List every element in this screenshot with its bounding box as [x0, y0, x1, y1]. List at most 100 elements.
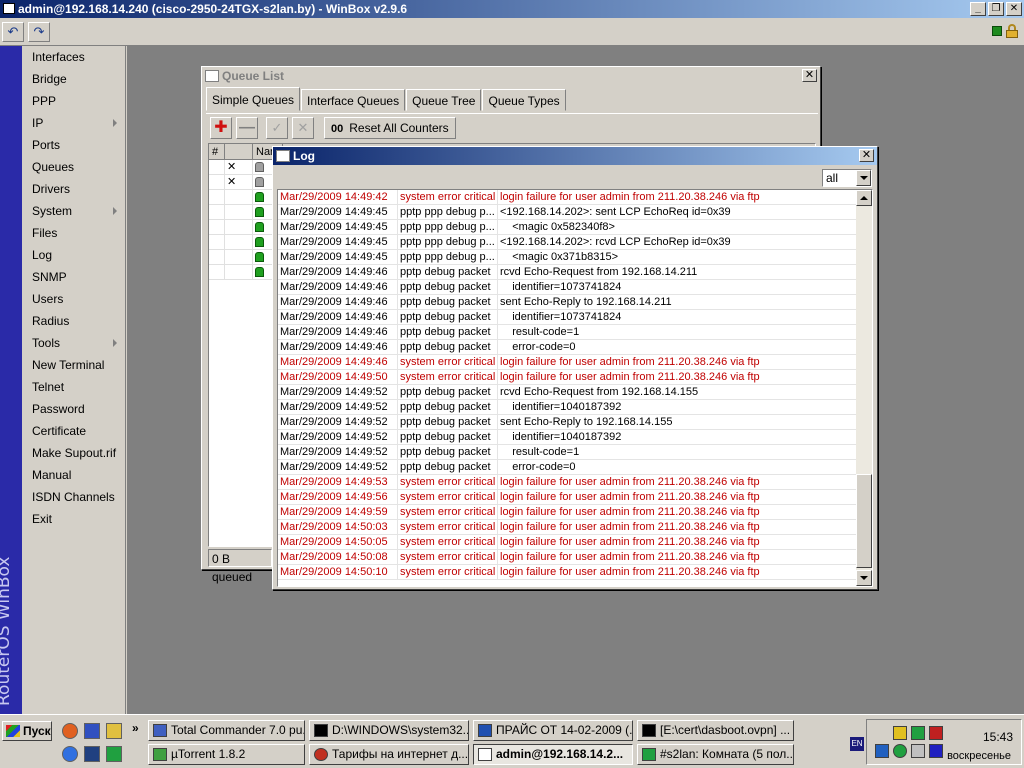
tab-queue-tree[interactable]: Queue Tree: [406, 89, 482, 111]
maximize-button[interactable]: ❐: [988, 2, 1004, 16]
menu-item-isdn-channels[interactable]: ISDN Channels: [22, 486, 125, 508]
table-row[interactable]: Mar/29/2009 14:49:52 pptp debug packet sen…: [278, 415, 858, 430]
table-row[interactable]: Mar/29/2009 14:49:52 pptp debug packet er…: [278, 460, 858, 475]
column-header-number[interactable]: #: [209, 144, 225, 159]
table-row[interactable]: Mar/29/2009 14:50:08 system error critica…: [278, 550, 858, 565]
log-scrollbar[interactable]: [856, 190, 872, 586]
opera-icon[interactable]: [62, 723, 78, 739]
quicklaunch-chevron-icon[interactable]: »: [132, 721, 139, 735]
disable-icon[interactable]: ✕: [292, 117, 314, 139]
table-row[interactable]: Mar/29/2009 14:49:52 pptp debug packet re…: [278, 445, 858, 460]
scroll-thumb[interactable]: [856, 474, 872, 568]
start-button[interactable]: Пуск: [2, 721, 52, 741]
table-row[interactable]: Mar/29/2009 14:49:59 system error critica…: [278, 505, 858, 520]
menu-item-new-terminal[interactable]: New Terminal: [22, 354, 125, 376]
scroll-down-icon[interactable]: [856, 570, 872, 586]
menu-item-system[interactable]: System: [22, 200, 125, 222]
menu-item-interfaces[interactable]: Interfaces: [22, 46, 125, 68]
menu-item-ip[interactable]: IP: [22, 112, 125, 134]
tab-queue-types[interactable]: Queue Types: [482, 89, 566, 111]
tray-network-icon[interactable]: [875, 744, 889, 758]
table-row[interactable]: Mar/29/2009 14:50:10 system error critica…: [278, 565, 858, 580]
table-row[interactable]: Mar/29/2009 14:50:05 system error critica…: [278, 535, 858, 550]
minimize-button[interactable]: _: [970, 2, 986, 16]
messenger-icon[interactable]: [106, 746, 122, 762]
menu-item-radius[interactable]: Radius: [22, 310, 125, 332]
add-icon[interactable]: ✚: [210, 117, 232, 139]
ie-icon[interactable]: [62, 746, 78, 762]
close-icon[interactable]: ✕: [859, 149, 874, 162]
pencil-icon[interactable]: [106, 723, 122, 739]
table-row[interactable]: Mar/29/2009 14:49:45 pptp ppp debug p... …: [278, 250, 858, 265]
close-icon[interactable]: ✕: [802, 69, 817, 82]
desktop-icon[interactable]: [84, 746, 100, 762]
menu-item-ppp[interactable]: PPP: [22, 90, 125, 112]
table-row[interactable]: Mar/29/2009 14:49:46 pptp debug packet rcv…: [278, 265, 858, 280]
task-irc[interactable]: #s2lan: Комната (5 пол...: [637, 744, 794, 765]
task-word-price[interactable]: ПРАЙС ОТ 14-02-2009 (...: [473, 720, 633, 741]
column-header-flags[interactable]: [225, 144, 253, 159]
reset-all-counters-button[interactable]: 00 Reset All Counters: [324, 117, 456, 139]
scroll-up-icon[interactable]: [856, 190, 872, 206]
close-button[interactable]: ✕: [1006, 2, 1022, 16]
task-ovpn[interactable]: [E:\cert\dasboot.ovpn] ...: [637, 720, 794, 741]
table-row[interactable]: Mar/29/2009 14:49:46 pptp debug packet re…: [278, 325, 858, 340]
tray-volume-icon[interactable]: [911, 744, 925, 758]
enable-icon[interactable]: ✓: [266, 117, 288, 139]
tray-media-icon[interactable]: [929, 744, 943, 758]
menu-item-users[interactable]: Users: [22, 288, 125, 310]
clock[interactable]: 15:43: [983, 730, 1013, 744]
tab-simple-queues[interactable]: Simple Queues: [206, 87, 301, 111]
tray-security-icon[interactable]: [929, 726, 943, 740]
table-row[interactable]: Mar/29/2009 14:49:42 system error critica…: [278, 190, 858, 205]
menu-item-tools[interactable]: Tools: [22, 332, 125, 354]
table-row[interactable]: Mar/29/2009 14:49:46 pptp debug packet id…: [278, 310, 858, 325]
menu-item-telnet[interactable]: Telnet: [22, 376, 125, 398]
tray-messenger-icon[interactable]: [911, 726, 925, 740]
table-row[interactable]: Mar/29/2009 14:49:52 pptp debug packet id…: [278, 400, 858, 415]
table-row[interactable]: Mar/29/2009 14:49:53 system error critica…: [278, 475, 858, 490]
remove-icon[interactable]: —: [236, 117, 258, 139]
menu-item-bridge[interactable]: Bridge: [22, 68, 125, 90]
task-utorrent[interactable]: µTorrent 1.8.2: [148, 744, 305, 765]
menu-item-drivers[interactable]: Drivers: [22, 178, 125, 200]
menu-item-exit[interactable]: Exit: [22, 508, 125, 530]
menu-item-certificate[interactable]: Certificate: [22, 420, 125, 442]
chevron-down-icon[interactable]: [856, 170, 871, 186]
menu-item-manual[interactable]: Manual: [22, 464, 125, 486]
table-row[interactable]: Mar/29/2009 14:49:45 pptp ppp debug p... <…: [278, 205, 858, 220]
log-filter-select[interactable]: all: [822, 169, 872, 187]
language-indicator[interactable]: EN: [850, 737, 864, 751]
menu-item-log[interactable]: Log: [22, 244, 125, 266]
tab-interface-queues[interactable]: Interface Queues: [301, 89, 406, 111]
redo-icon[interactable]: ↷: [28, 22, 50, 42]
task-cmd[interactable]: D:\WINDOWS\system32...: [309, 720, 469, 741]
menu-item-queues[interactable]: Queues: [22, 156, 125, 178]
menu-item-make-supout[interactable]: Make Supout.rif: [22, 442, 125, 464]
table-row[interactable]: Mar/29/2009 14:49:52 pptp debug packet id…: [278, 430, 858, 445]
undo-icon[interactable]: ↶: [2, 22, 24, 42]
menu-item-snmp[interactable]: SNMP: [22, 266, 125, 288]
table-row[interactable]: Mar/29/2009 14:49:46 pptp debug packet id…: [278, 280, 858, 295]
log-titlebar[interactable]: Log ✕: [273, 147, 877, 165]
app-titlebar[interactable]: admin@192.168.14.240 (cisco-2950-24TGX-s…: [0, 0, 1024, 18]
table-row[interactable]: Mar/29/2009 14:49:46 pptp debug packet er…: [278, 340, 858, 355]
table-row[interactable]: Mar/29/2009 14:49:45 pptp ppp debug p... <…: [278, 235, 858, 250]
table-row[interactable]: Mar/29/2009 14:49:50 system error critica…: [278, 370, 858, 385]
table-row[interactable]: Mar/29/2009 14:49:52 pptp debug packet rcv…: [278, 385, 858, 400]
queue-list-titlebar[interactable]: Queue List ✕: [202, 67, 820, 85]
tray-utorrent-icon[interactable]: [893, 744, 907, 758]
table-row[interactable]: Mar/29/2009 14:49:46 system error critica…: [278, 355, 858, 370]
menu-item-password[interactable]: Password: [22, 398, 125, 420]
tray-bulb-icon[interactable]: [893, 726, 907, 740]
table-row[interactable]: Mar/29/2009 14:49:45 pptp ppp debug p... …: [278, 220, 858, 235]
floppy-icon[interactable]: [84, 723, 100, 739]
table-row[interactable]: Mar/29/2009 14:49:46 pptp debug packet sen…: [278, 295, 858, 310]
menu-item-ports[interactable]: Ports: [22, 134, 125, 156]
table-row[interactable]: Mar/29/2009 14:49:56 system error critica…: [278, 490, 858, 505]
task-opera-tariffs[interactable]: Тарифы на интернет д...: [309, 744, 469, 765]
table-row[interactable]: Mar/29/2009 14:50:03 system error critica…: [278, 520, 858, 535]
menu-item-files[interactable]: Files: [22, 222, 125, 244]
task-total-commander[interactable]: Total Commander 7.0 pu...: [148, 720, 305, 741]
task-winbox[interactable]: admin@192.168.14.2...: [473, 744, 633, 765]
